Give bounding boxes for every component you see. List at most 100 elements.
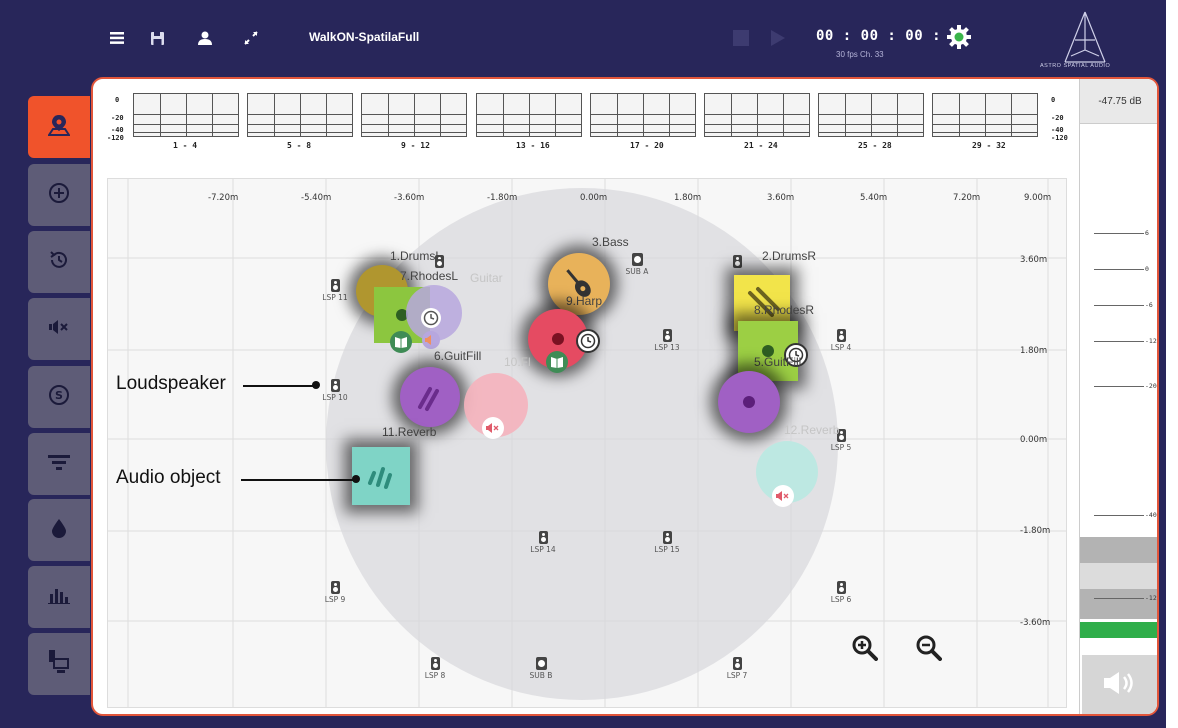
sidebar-mute-button[interactable] (28, 298, 90, 360)
scale-label: 6 (1145, 229, 1149, 237)
history-badge-icon[interactable] (576, 329, 600, 353)
book-badge-icon[interactable] (546, 351, 568, 373)
map-pin-icon (47, 114, 71, 140)
db-label-right-40: -40 (1051, 126, 1064, 134)
label-drumsl: 1.DrumsL (390, 249, 443, 263)
speaker-lsp-8[interactable]: LSP 8 (420, 657, 450, 680)
meter-group-label: 5 - 8 (287, 141, 312, 150)
menu-icon[interactable] (106, 26, 128, 50)
plus-circle-icon (48, 182, 70, 208)
sidebar-map-button[interactable] (28, 96, 90, 158)
svg-text:S: S (55, 389, 63, 402)
speaker-lsp-9[interactable]: LSP 9 (320, 581, 350, 604)
meter-group (932, 93, 1038, 137)
speaker-lsp-6[interactable]: LSP 6 (826, 581, 856, 604)
speaker-lsp-7[interactable]: LSP 7 (722, 657, 752, 680)
app-window: WalkON-SpatilaFull 00 : 00 : 00 : 00 30 … (0, 0, 1166, 728)
spatial-map[interactable]: -7.20m -5.40m -3.60m -1.80m 0.00m 1.80m … (107, 178, 1067, 708)
subwoofer-a[interactable]: SUB A (622, 253, 652, 276)
sidebar-devices-button[interactable] (28, 633, 90, 695)
db-label-right-120: -120 (1051, 134, 1068, 142)
loudspeaker-icon (732, 657, 742, 670)
page-edge (1166, 0, 1178, 728)
loudspeaker-icon (430, 657, 440, 670)
scale-label: -20 (1145, 382, 1157, 390)
save-icon[interactable] (146, 26, 168, 50)
meter-group-label: 17 - 20 (630, 141, 664, 150)
sidebar-history-button[interactable] (28, 231, 90, 293)
play-button[interactable] (767, 28, 787, 48)
fullscreen-icon[interactable] (240, 26, 262, 50)
speaker-lsp-4[interactable]: LSP 4 (826, 329, 856, 352)
sidebar-levels-button[interactable] (28, 566, 90, 628)
label-reverb-11: 11.Reverb (382, 425, 437, 439)
audio-object-reverb-11[interactable] (352, 447, 410, 505)
label-rhodesl: 7.RhodesL (400, 269, 459, 283)
sidebar-reverb-button[interactable] (28, 499, 90, 561)
drop-icon (51, 518, 67, 542)
label-guitfill-5: 5.GuitFill (754, 355, 802, 369)
meter-divider (985, 94, 986, 136)
sidebar-filter-button[interactable] (28, 433, 90, 495)
meter-group (590, 93, 696, 137)
mute-badge-icon[interactable] (772, 485, 794, 507)
meter-group (133, 93, 239, 137)
history-badge-icon[interactable] (421, 308, 441, 328)
settings-gear-icon[interactable] (946, 24, 972, 50)
user-icon[interactable] (194, 26, 216, 50)
x-label: 0.00m (580, 193, 608, 203)
speaker-lsp-14[interactable]: LSP 14 (528, 531, 558, 554)
project-title: WalkON-SpatilaFull (309, 30, 420, 44)
speaker-lsp-13[interactable]: LSP 13 (652, 329, 682, 352)
meter-group-label: 1 - 4 (173, 141, 198, 150)
annotation-line (243, 385, 313, 387)
levels-icon (48, 586, 70, 608)
annotation-line (241, 479, 353, 481)
loudspeaker-icon (836, 329, 846, 342)
speaker-lsp-10[interactable]: LSP 10 (320, 379, 350, 402)
zoom-in-icon[interactable] (852, 635, 878, 661)
subwoofer-b[interactable]: SUB B (526, 657, 556, 680)
main-panel: 0 -20 -40 -120 0 -20 -40 -120 1 - 45 - 8… (91, 77, 1159, 716)
audio-object-guitfill-6[interactable] (400, 367, 460, 427)
label-drumsr: 2.DrumsR (762, 249, 817, 263)
scale-tick (1094, 269, 1144, 270)
y-label: 0.00m (1020, 435, 1048, 445)
book-badge-icon[interactable] (390, 331, 412, 353)
logo-text: ASTRO SPATIAL AUDIO (1040, 63, 1111, 69)
stop-button[interactable] (731, 28, 751, 48)
annotation-dot (312, 381, 320, 389)
x-label: 5.40m (860, 193, 888, 203)
y-label: -3.60m (1020, 618, 1051, 628)
sidebar-add-button[interactable] (28, 164, 90, 226)
channel-meters: 0 -20 -40 -120 0 -20 -40 -120 1 - 4 5 - 8… (95, 81, 1079, 173)
scale-label: -40 (1145, 511, 1157, 519)
sidebar-snapshot-button[interactable]: S (28, 366, 90, 428)
meter-divider (160, 94, 161, 136)
scale-tick (1094, 386, 1144, 387)
label-guitfill-6: 6.GuitFill (434, 349, 482, 363)
mute-badge-icon[interactable] (482, 417, 504, 439)
y-label: -1.80m (1020, 526, 1051, 536)
x-label: -5.40m (301, 193, 332, 203)
audio-object-guitfill-5[interactable] (718, 371, 780, 433)
meter-divider (871, 94, 872, 136)
zoom-out-icon[interactable] (916, 635, 942, 661)
scale-label: -12 (1145, 337, 1157, 345)
speaker-lsp-15[interactable]: LSP 15 (652, 531, 682, 554)
label-fl: 10.Fl (504, 355, 531, 369)
speaker-lsp-3[interactable] (722, 255, 752, 268)
meter-divider (783, 94, 784, 136)
meter-group (476, 93, 582, 137)
meter-divider (440, 94, 441, 136)
label-reverb-12: 12.Reverb (784, 423, 840, 437)
meter-divider (212, 94, 213, 136)
speaker-lsp-11[interactable]: LSP 11 (320, 279, 350, 302)
meter-divider (326, 94, 327, 136)
db-label-40: -40 (111, 126, 124, 134)
output-mute-button[interactable] (1082, 655, 1157, 714)
mute-badge-icon[interactable] (422, 331, 440, 349)
meter-divider (300, 94, 301, 136)
snapshot-icon: S (48, 384, 70, 410)
db-label-right-20: -20 (1051, 114, 1064, 122)
